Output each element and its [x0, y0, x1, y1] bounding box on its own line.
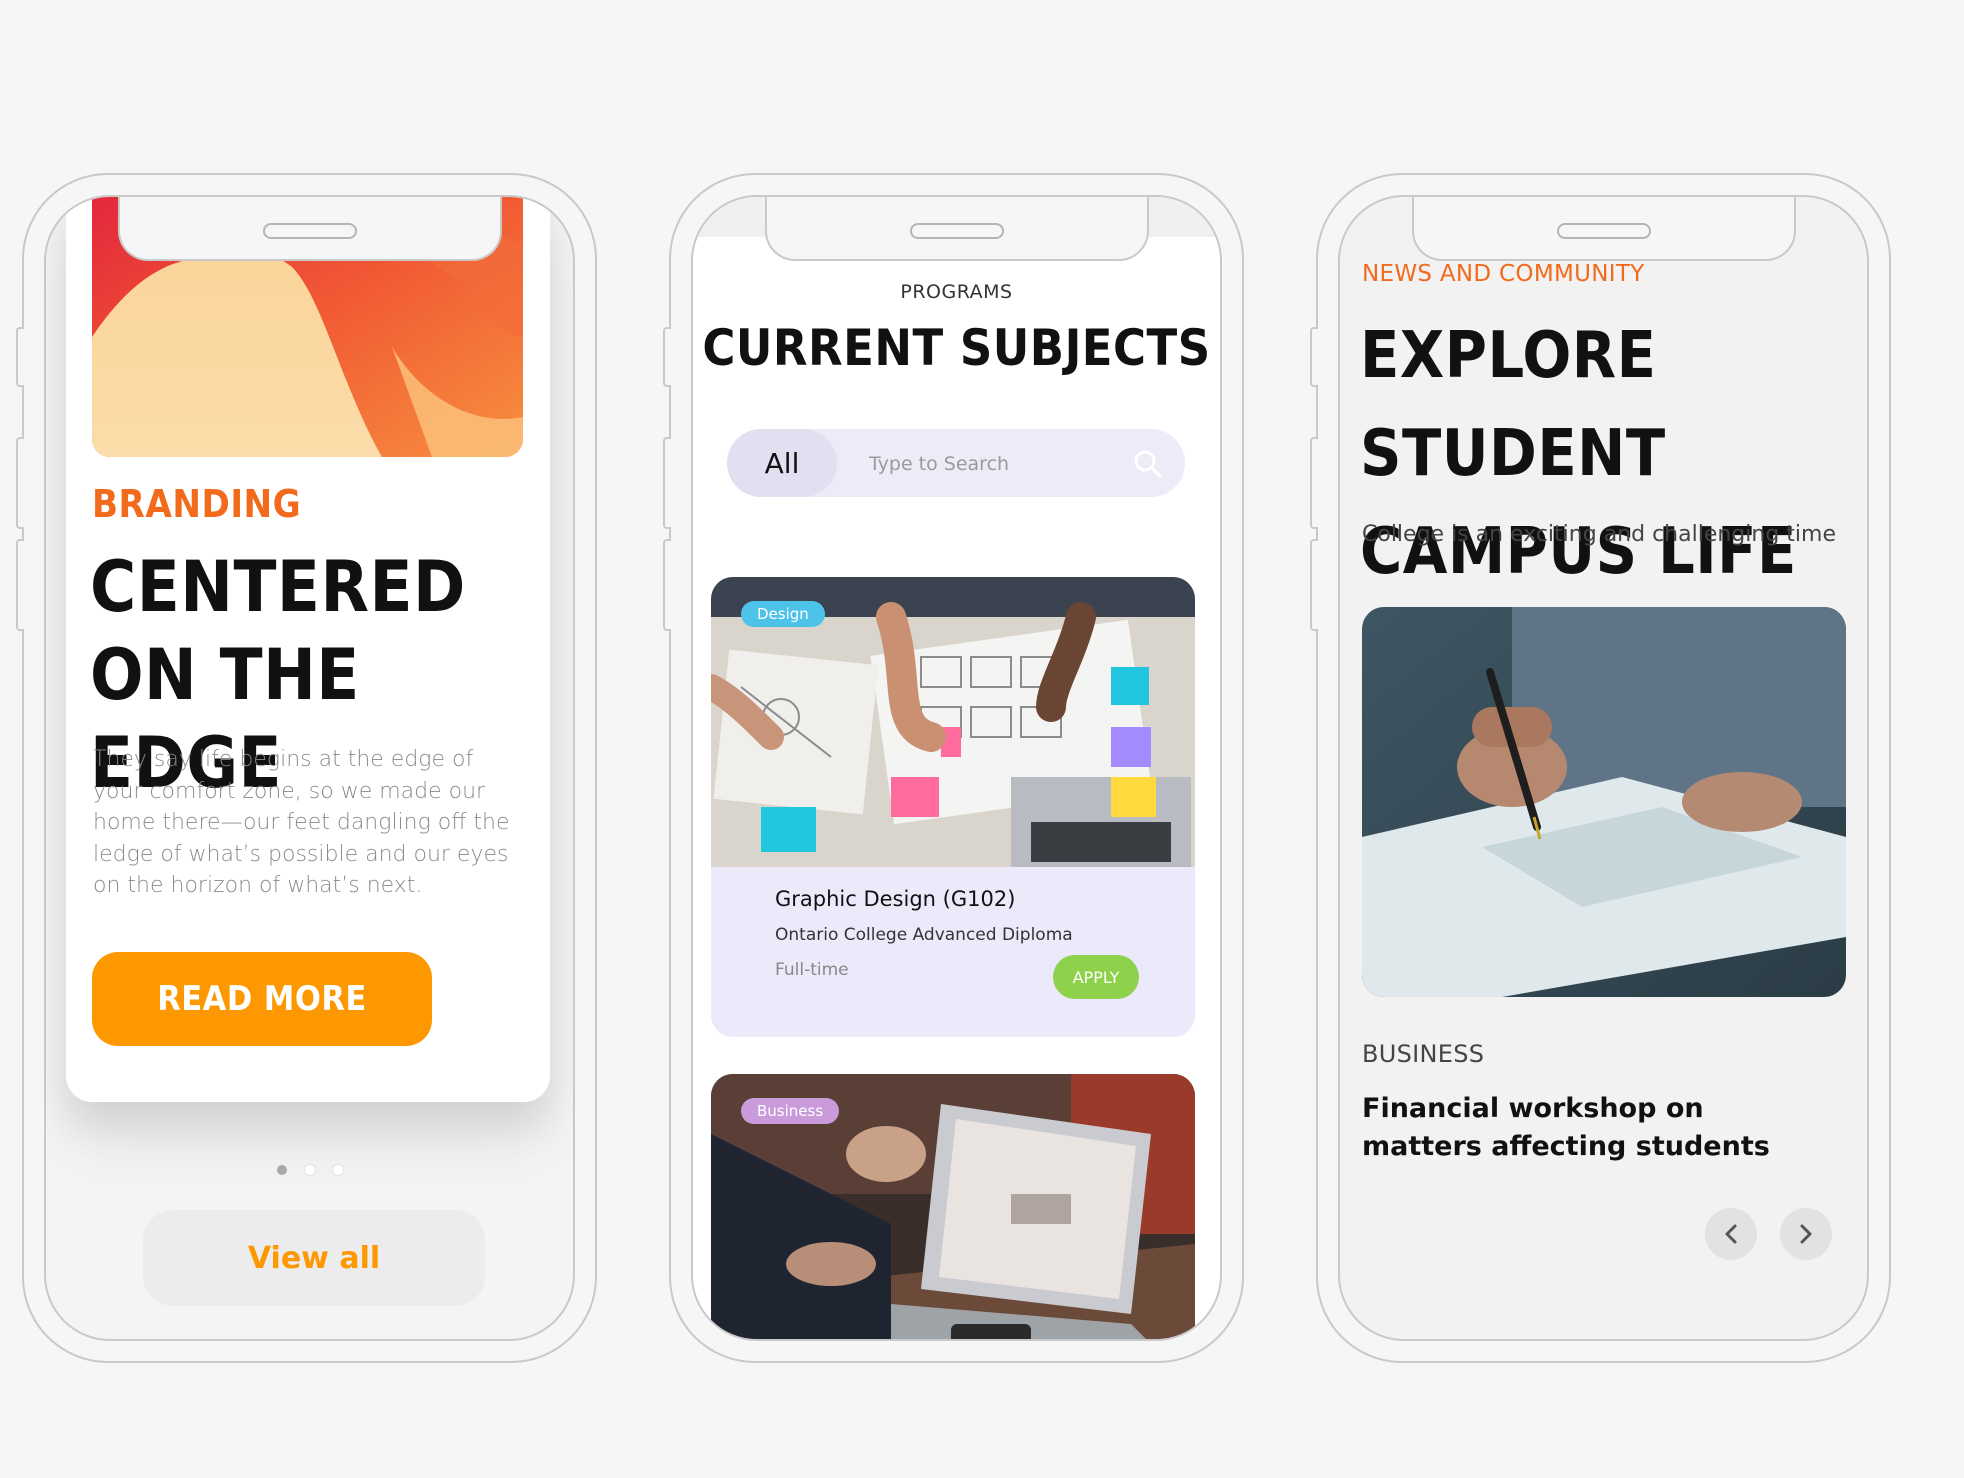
speaker-icon — [1556, 223, 1651, 239]
view-all-button[interactable]: View all — [143, 1210, 485, 1306]
side-button — [1310, 539, 1318, 631]
phone-notch — [764, 197, 1149, 261]
pagination-dot-active[interactable] — [276, 1165, 287, 1175]
speaker-icon — [909, 223, 1004, 239]
hero-description: They say life begins at the edge of your… — [93, 747, 510, 898]
course-card[interactable]: Business — [711, 1074, 1195, 1339]
hero-title-line: CENTERED — [90, 546, 466, 628]
article-category: BUSINESS — [1362, 1040, 1485, 1068]
phone-frame-programs: PROGRAMS CURRENT SUBJECTS All Type to Se… — [663, 173, 1244, 1363]
search-icon[interactable] — [1133, 449, 1163, 479]
section-title: CURRENT SUBJECTS — [702, 319, 1211, 377]
side-button — [16, 327, 24, 387]
phone-screen: NEWS AND COMMUNITY EXPLORE STUDENT CAMPU… — [1338, 195, 1869, 1341]
side-button — [1310, 327, 1318, 387]
pagination-dots — [276, 1165, 343, 1175]
phone-frame-news: NEWS AND COMMUNITY EXPLORE STUDENT CAMPU… — [1310, 173, 1891, 1363]
section-kicker: PROGRAMS — [900, 281, 1013, 303]
speaker-icon — [262, 223, 357, 239]
side-button — [16, 437, 24, 529]
chevron-left-icon — [1725, 1224, 1737, 1244]
read-more-button[interactable]: READ MORE — [92, 952, 432, 1046]
course-schedule: Full-time — [775, 960, 849, 980]
side-button — [1310, 437, 1318, 529]
side-button — [16, 539, 24, 631]
side-button — [663, 327, 671, 387]
filter-all-segment[interactable]: All — [727, 429, 837, 497]
course-card[interactable]: Design Graphic Design (G102) Ontario Col… — [711, 577, 1195, 1037]
section-title: EXPLORE STUDENT CAMPUS LIFE — [1360, 307, 1867, 601]
search-input[interactable] — [867, 439, 1131, 489]
news-image[interactable] — [1362, 607, 1846, 997]
side-button — [663, 437, 671, 529]
next-button[interactable] — [1780, 1208, 1832, 1260]
phone-frame-branding: BRANDING CENTERED ON THE EDGE They say l… — [16, 173, 597, 1363]
phone-screen: PROGRAMS CURRENT SUBJECTS All Type to Se… — [691, 195, 1222, 1341]
side-button — [663, 539, 671, 631]
pagination-dot[interactable] — [304, 1165, 315, 1175]
section-title-line: EXPLORE STUDENT — [1360, 319, 1666, 491]
pagination-dot[interactable] — [332, 1165, 343, 1175]
category-kicker: BRANDING — [92, 482, 302, 526]
course-credential: Ontario College Advanced Diploma — [775, 925, 1073, 945]
phone-notch — [117, 197, 502, 261]
section-kicker: NEWS AND COMMUNITY — [1362, 261, 1645, 287]
section-subtitle: College is an exciting and challenging t… — [1362, 522, 1836, 547]
phone-notch — [1411, 197, 1796, 261]
category-tag: Business — [741, 1098, 840, 1124]
phone-screen: BRANDING CENTERED ON THE EDGE They say l… — [44, 195, 575, 1341]
category-tag: Design — [741, 601, 825, 627]
chevron-right-icon — [1800, 1224, 1812, 1244]
previous-button[interactable] — [1705, 1208, 1757, 1260]
branding-card: BRANDING CENTERED ON THE EDGE They say l… — [66, 197, 550, 1102]
course-title: Graphic Design (G102) — [775, 887, 1016, 911]
apply-button[interactable]: APPLY — [1053, 955, 1139, 999]
article-headline[interactable]: Financial workshop on matters affecting … — [1362, 1090, 1832, 1166]
course-image-design: Design — [711, 577, 1195, 867]
search-bar: All — [727, 429, 1185, 497]
